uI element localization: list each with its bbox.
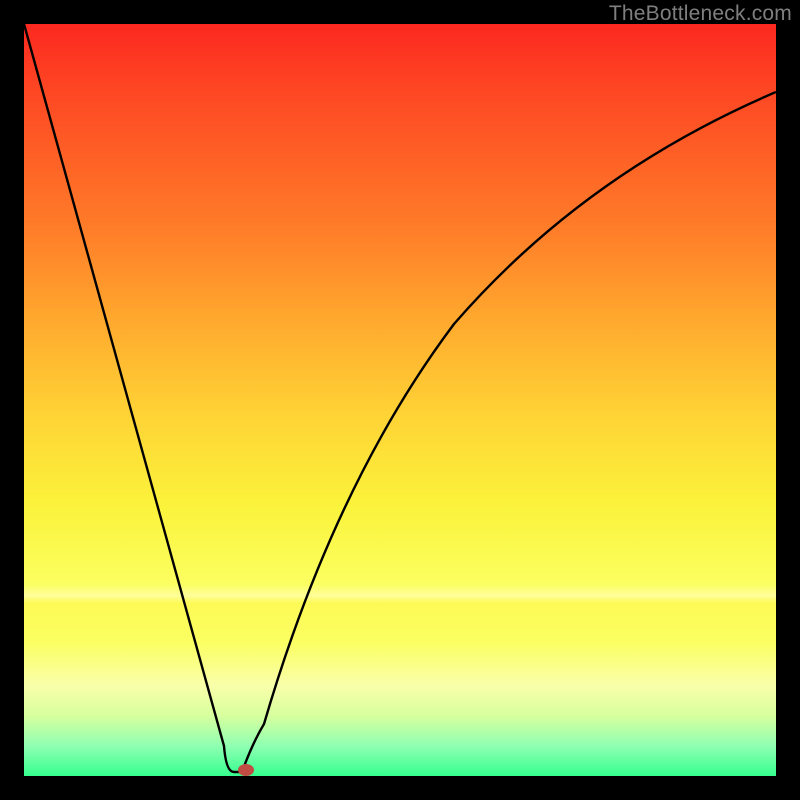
chart-frame: TheBottleneck.com: [0, 0, 800, 800]
plot-area: [24, 24, 776, 776]
watermark-text: TheBottleneck.com: [609, 2, 792, 26]
curve-right-rise: [242, 92, 776, 772]
curve-left-descent: [24, 24, 242, 772]
optimal-point-marker: [238, 764, 254, 776]
bottleneck-curve: [24, 24, 776, 776]
